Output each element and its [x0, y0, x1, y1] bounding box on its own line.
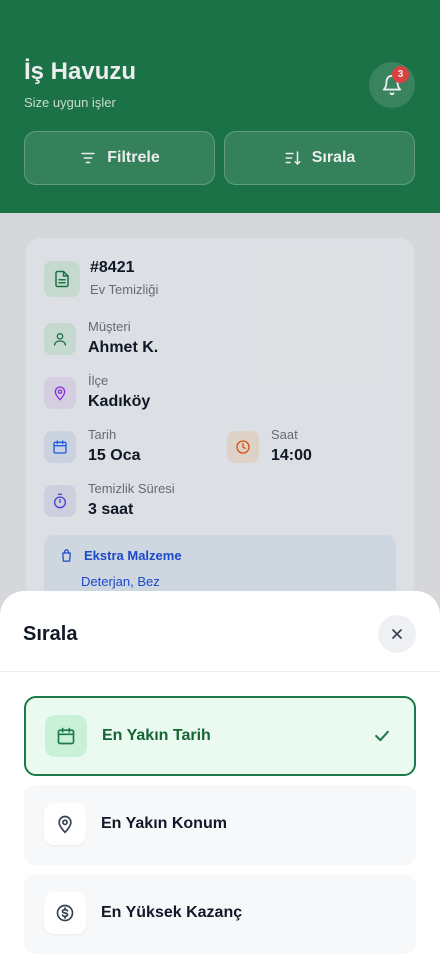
- check-icon: [375, 730, 389, 742]
- sort-option-label: En Yakın Konum: [101, 815, 227, 832]
- sort-option-label: En Yüksek Kazanç: [101, 904, 243, 921]
- sort-option-nearest-location[interactable]: En Yakın Konum: [24, 785, 416, 865]
- sheet-title: Sırala: [23, 623, 78, 645]
- dollar-coin-icon: [44, 892, 86, 934]
- location-pin-icon: [44, 803, 86, 845]
- close-button[interactable]: [378, 615, 416, 653]
- sort-bottom-sheet: Sırala En Yakın Tarih En Yakın Konum En …: [0, 591, 440, 979]
- sort-option-highest-earning[interactable]: En Yüksek Kazanç: [24, 874, 416, 954]
- sort-option-label: En Yakın Tarih: [102, 727, 211, 744]
- calendar-icon: [45, 715, 87, 757]
- close-icon: [392, 629, 402, 639]
- sort-option-nearest-date[interactable]: En Yakın Tarih: [24, 696, 416, 776]
- sheet-divider: [0, 671, 440, 672]
